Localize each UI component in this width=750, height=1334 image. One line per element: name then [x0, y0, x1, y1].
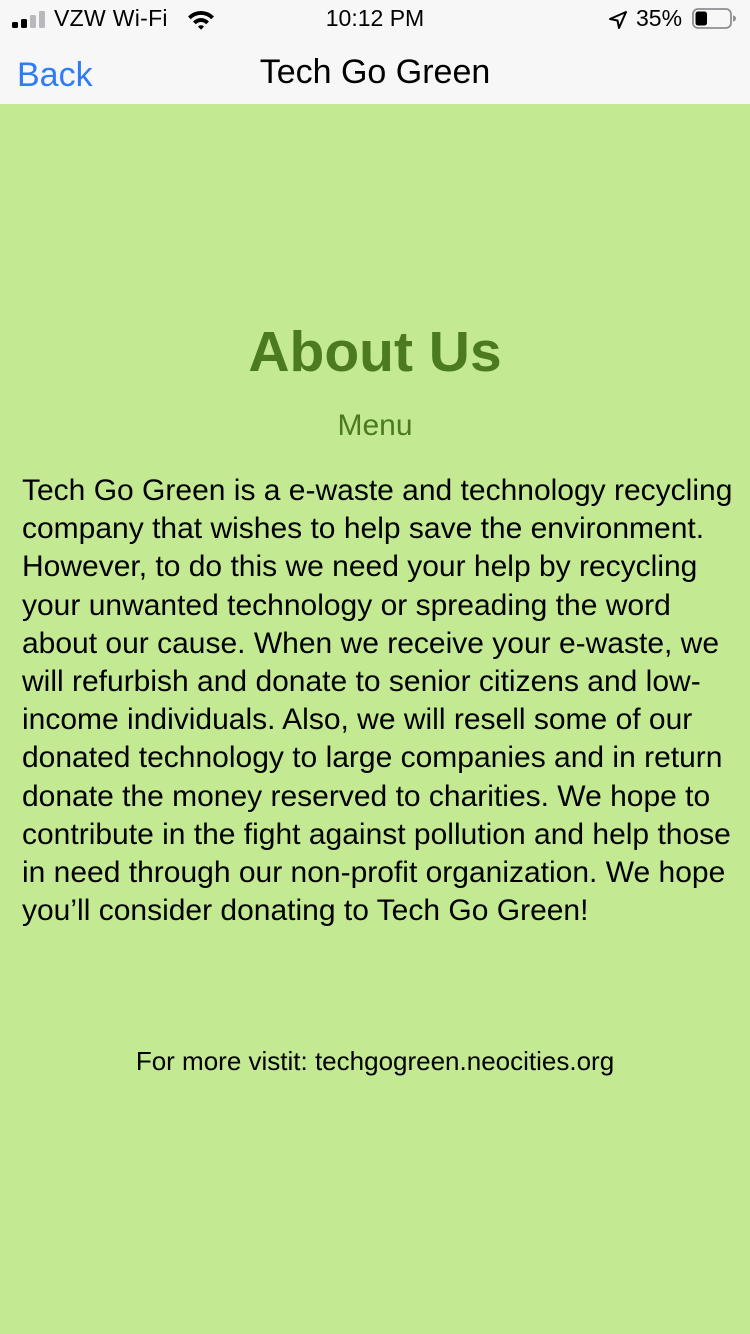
page-title: About Us [248, 320, 502, 384]
about-paragraph: Tech Go Green is a e-waste and technolog… [22, 474, 733, 928]
battery-icon [692, 8, 736, 29]
battery-fill [695, 11, 707, 26]
status-bar: VZW Wi-Fi 10:12 PM 35% [0, 0, 750, 40]
app-screen: VZW Wi-Fi 10:12 PM 35% Back Tech Go Gree… [0, 0, 750, 1334]
navigation-bar: Back Tech Go Green [0, 40, 750, 104]
nav-title: Tech Go Green [259, 53, 491, 91]
web-content: About Us Menu Tech Go Green is a e-waste… [0, 104, 750, 1334]
battery-percent: 35% [636, 5, 683, 31]
location-arrow-icon [609, 11, 627, 29]
menu-link[interactable]: Menu [0, 409, 750, 443]
more-info-text: For more vistit: techgogreen.neocities.o… [135, 1046, 615, 1076]
